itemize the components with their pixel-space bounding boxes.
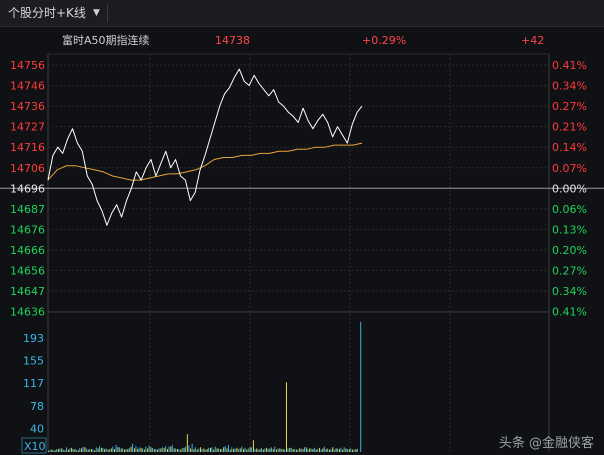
price-tick-left: 14756 [10,59,45,72]
price-tick-left: 14656 [10,265,45,278]
volume-tick: 193 [23,332,44,345]
timeshare-chart[interactable]: 富时A50期指连续 14738 +0.29% +42 14756 14746 14736 14… [0,26,604,455]
percent-tick-right: 0.27% [552,265,587,278]
price-tick-left: 14666 [10,244,45,257]
tab-divider [107,4,108,22]
volume-tick: 40 [30,422,44,435]
price-tick-left: 14676 [10,223,45,236]
percent-tick-right: 0.41% [552,59,587,72]
price-tick-left: 14696 [10,182,45,195]
percent-tick-right: 0.14% [552,141,587,154]
instrument-name: 富时A50期指连续 [62,33,150,47]
watermark-text: 头条 @金融侠客 [499,435,594,451]
price-tick-left: 14716 [10,141,45,154]
volume-tick: 117 [23,377,44,390]
change-value: +42 [521,34,544,47]
last-price: 14738 [215,34,250,47]
percent-tick-right: 0.00% [552,182,587,195]
price-tick-left: 14687 [10,203,45,216]
percent-tick-right: 0.34% [552,285,587,298]
price-tick-left: 14736 [10,100,45,113]
tab-bar: 个股分时+K线 ▼ [0,0,604,27]
avg-price-line [47,142,363,181]
change-percent: +0.29% [362,34,406,47]
tab-stock-timeshare[interactable]: 个股分时+K线 ▼ [4,3,104,22]
volume-tick: 78 [30,400,44,413]
percent-tick-right: 0.27% [552,100,587,113]
percent-tick-right: 0.21% [552,121,587,134]
percent-tick-right: 0.20% [552,244,587,257]
percent-tick-right: 0.41% [552,306,587,319]
percent-tick-right: 0.34% [552,80,587,93]
price-tick-left: 14706 [10,162,45,175]
percent-tick-right: 0.13% [552,223,587,236]
caret-down-icon[interactable]: ▼ [93,8,100,18]
percent-tick-right: 0.07% [552,162,587,175]
price-tick-left: 14746 [10,80,45,93]
volume-tick: 155 [23,354,44,367]
percent-tick-right: 0.06% [552,203,587,216]
volume-unit: X10 [24,440,46,453]
price-tick-left: 14647 [10,285,45,298]
tab-label: 个股分时+K线 [8,6,86,20]
price-tick-left: 14636 [10,306,45,319]
price-tick-left: 14727 [10,121,45,134]
